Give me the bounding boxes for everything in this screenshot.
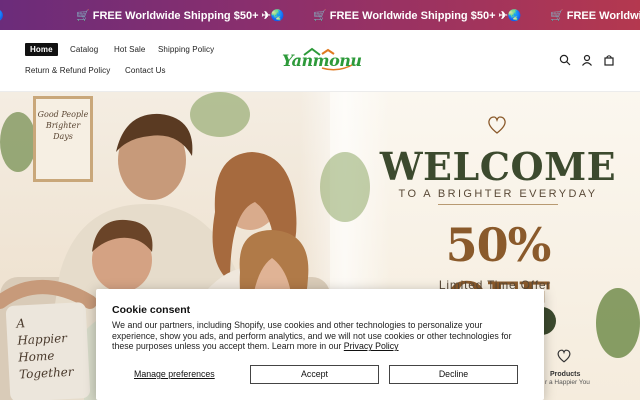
cart-icon[interactable] xyxy=(603,53,615,71)
heart-icon xyxy=(556,348,572,369)
nav-catalog-link[interactable]: Catalog xyxy=(70,45,98,54)
nav-shipping-policy-link[interactable]: Shipping Policy xyxy=(158,45,214,54)
nav-return-refund-link[interactable]: Return & Refund Policy xyxy=(25,66,110,75)
cookie-consent-dialog: Cookie consent We and our partners, incl… xyxy=(96,289,544,400)
hero-divider xyxy=(438,204,558,205)
announcement-message: 🛒 FREE Worldwide xyxy=(550,10,640,22)
pillow-text: A Happier Home Together xyxy=(16,316,74,382)
accept-button[interactable]: Accept xyxy=(250,365,379,384)
announcement-message: 🌏 xyxy=(0,9,4,22)
feature-description: r a Happier You xyxy=(545,379,590,386)
hero-subtitle: TO A BRIGHTER EVERYDAY xyxy=(398,188,598,200)
heart-icon xyxy=(486,114,508,141)
announcement-message: 🛒 FREE Worldwide Shipping $50+ ✈🌏 xyxy=(76,10,285,22)
announcement-bar: 🌏 🛒 FREE Worldwide Shipping $50+ ✈🌏 🛒 FR… xyxy=(0,0,640,30)
cookie-title: Cookie consent xyxy=(112,304,191,316)
site-header: Home Catalog Hot Sale Shipping Policy Re… xyxy=(0,30,640,92)
announcement-message: 🛒 FREE Worldwide Shipping $50+ ✈🌏 xyxy=(313,10,522,22)
decline-button[interactable]: Decline xyxy=(389,365,518,384)
manage-preferences-link[interactable]: Manage preferences xyxy=(134,369,215,379)
nav-hot-sale-link[interactable]: Hot Sale xyxy=(114,45,145,54)
logo-text: Yanmonu xyxy=(282,51,362,70)
cookie-body: We and our partners, including Shopify, … xyxy=(112,320,530,352)
pillow: A Happier Home Together xyxy=(5,301,91,400)
hero-welcome-heading: WELCOME xyxy=(379,144,617,189)
nav-home-link[interactable]: Home xyxy=(25,43,58,56)
cookie-body-text: We and our partners, including Shopify, … xyxy=(112,320,512,352)
site-logo[interactable]: Yanmonu xyxy=(282,46,362,74)
feature-label: Products xyxy=(550,371,581,378)
privacy-policy-link[interactable]: Privacy Policy xyxy=(344,341,399,351)
nav-contact-link[interactable]: Contact Us xyxy=(125,66,166,75)
account-icon[interactable] xyxy=(581,53,593,71)
search-icon[interactable] xyxy=(559,53,571,71)
